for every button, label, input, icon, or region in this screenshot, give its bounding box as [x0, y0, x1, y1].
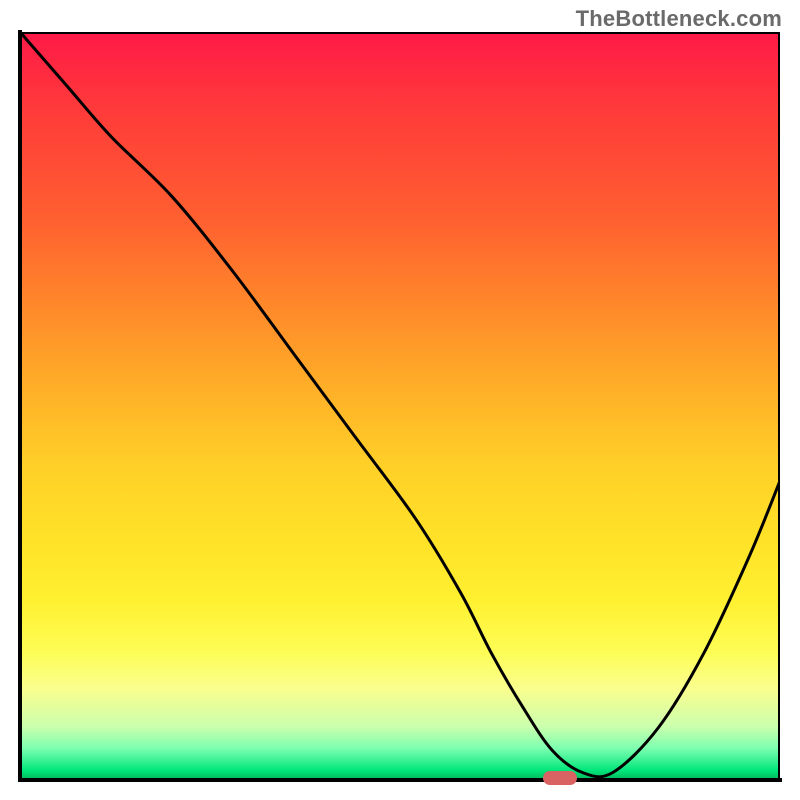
y-axis	[18, 30, 22, 782]
bottleneck-chart: TheBottleneck.com	[0, 0, 800, 800]
x-axis	[18, 778, 782, 782]
watermark-text: TheBottleneck.com	[576, 6, 782, 32]
plot-area	[20, 32, 780, 780]
optimal-point-marker	[543, 771, 577, 785]
